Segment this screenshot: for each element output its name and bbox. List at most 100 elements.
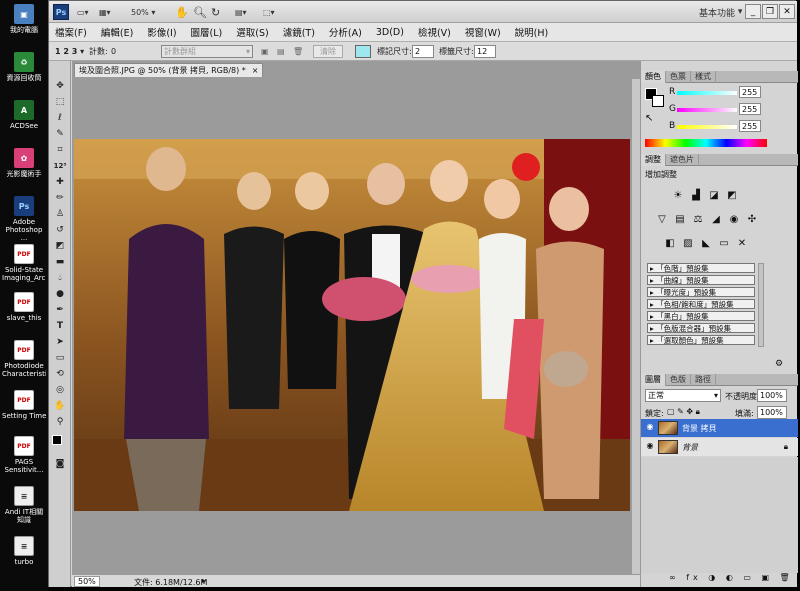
eye-icon[interactable]: ◉	[644, 441, 656, 453]
channel-mixer-icon[interactable]: ✣	[745, 213, 759, 225]
close-document-icon[interactable]: ×	[252, 66, 259, 75]
brush-tool-icon[interactable]: ✏	[52, 191, 68, 205]
layers-footer-icons[interactable]: ∞ fx ◑ ◐ ▭ ▣ 🗑︎	[641, 573, 798, 587]
lasso-tool-icon[interactable]: ℓ	[52, 111, 68, 125]
menu-edit[interactable]: 編輯(E)	[101, 25, 133, 39]
preset-exposure[interactable]: ▸ 「曝光度」預設集	[647, 287, 755, 297]
pen-tool-icon[interactable]: ✒	[52, 303, 68, 317]
preset-selective-color[interactable]: ▸ 「選取顏色」預設集	[647, 335, 755, 345]
count-tool-preset-picker[interactable]: 1 2 3 ▾	[55, 45, 84, 58]
minimize-button[interactable]: _	[745, 4, 761, 19]
foreground-color-swatch[interactable]	[52, 435, 62, 445]
delete-count-group-icon[interactable]: 🗑︎	[293, 45, 303, 58]
threshold-icon[interactable]: ◣	[699, 237, 713, 249]
desktop-icon-pdf-4[interactable]: PDF Setting Time	[2, 390, 46, 420]
healing-brush-tool-icon[interactable]: ✚	[52, 175, 68, 189]
menu-select[interactable]: 選取(S)	[236, 25, 268, 39]
invert-icon[interactable]: ◧	[663, 237, 677, 249]
clear-button[interactable]: 清除	[313, 45, 343, 58]
rotate-view-button[interactable]: ↻	[211, 5, 220, 19]
shape-tool-icon[interactable]: ▭	[52, 351, 68, 365]
adjust-panel-footer-icon[interactable]: ⚙	[775, 359, 783, 369]
tab-color[interactable]: 顏色	[641, 71, 666, 83]
quick-mask-icon[interactable]: ◙	[52, 457, 68, 471]
preset-curves[interactable]: ▸ 「曲線」預設集	[647, 275, 755, 285]
clone-stamp-tool-icon[interactable]: ♙	[52, 207, 68, 221]
color-balance-icon[interactable]: ⚖	[691, 213, 705, 225]
label-size-input[interactable]: 12	[474, 45, 496, 58]
preset-channel-mixer[interactable]: ▸ 「色版混合器」預設集	[647, 323, 755, 333]
brightness-icon[interactable]: ☀	[671, 189, 685, 201]
blend-mode-select[interactable]: 正常 ▾	[645, 389, 721, 402]
tab-adjustments[interactable]: 調整	[641, 154, 666, 166]
layer-row-selected[interactable]: ◉ 背景 拷貝	[641, 419, 798, 437]
desktop-icon-doc-1[interactable]: ≡ Andi IT相關 知識	[2, 486, 46, 524]
preset-hue-saturation[interactable]: ▸ 「色相/飽和度」預設集	[647, 299, 755, 309]
hue-saturation-icon[interactable]: ▤	[673, 213, 687, 225]
menu-layer[interactable]: 圖層(L)	[191, 25, 223, 39]
menu-window[interactable]: 視窗(W)	[465, 25, 501, 39]
count-tool-icon[interactable]: 12³	[52, 159, 68, 173]
bridge-button[interactable]: ▭▾	[77, 5, 89, 19]
vertical-scrollbar[interactable]	[632, 79, 640, 574]
levels-icon[interactable]: ▟	[689, 189, 703, 201]
type-tool-icon[interactable]: T	[52, 319, 68, 333]
preset-black-white[interactable]: ▸ 「黑白」預設集	[647, 311, 755, 321]
document-tab[interactable]: 埃及圍合照.JPG @ 50% (背景 拷貝, RGB/8) * ×	[74, 63, 264, 77]
tab-paths[interactable]: 路徑	[691, 374, 716, 386]
color-swatches[interactable]	[52, 435, 68, 453]
zoom-level-dropdown[interactable]: 50% ▾	[131, 5, 155, 19]
photo-filter-icon[interactable]: ◉	[727, 213, 741, 225]
desktop-icon-pdf-5[interactable]: PDF PAGS Sensitivit...	[2, 436, 46, 474]
restore-button[interactable]: ❐	[762, 4, 778, 19]
g-slider[interactable]	[677, 108, 737, 112]
tab-channels[interactable]: 色版	[666, 374, 691, 386]
move-tool-icon[interactable]: ✥	[52, 79, 68, 93]
screen-mode-button[interactable]: ⬚▾	[263, 5, 275, 19]
b-value-input[interactable]: 255	[739, 120, 761, 132]
fill-input[interactable]: 100%	[757, 406, 787, 419]
hand-tool-button[interactable]: ✋	[175, 5, 189, 19]
zoom-tool-icon[interactable]: ⚲	[52, 415, 68, 429]
gradient-map-icon[interactable]: ▭	[717, 237, 731, 249]
zoom-tool-button[interactable]: 🔍︎	[193, 5, 207, 19]
eraser-tool-icon[interactable]: ◩	[52, 239, 68, 253]
photo-canvas[interactable]	[74, 139, 630, 511]
background-color-swatch[interactable]	[652, 95, 664, 107]
desktop-icon-pdf-3[interactable]: PDF Photodiode Characteristi...	[2, 340, 46, 378]
count-group-select[interactable]: 計數群組 ▾	[161, 45, 253, 58]
menu-image[interactable]: 影像(I)	[147, 25, 176, 39]
menu-filter[interactable]: 濾鏡(T)	[283, 25, 315, 39]
3d-rotate-tool-icon[interactable]: ⟲	[52, 367, 68, 381]
desktop-icon-pdf-1[interactable]: PDF Solid-State Imaging_Arc...	[2, 244, 46, 282]
layer-row[interactable]: ◉ 背景 🔒︎	[641, 438, 798, 456]
b-slider[interactable]	[677, 125, 737, 129]
desktop-icon-acdsee[interactable]: A ACDSee	[2, 100, 46, 130]
menu-file[interactable]: 檔案(F)	[55, 25, 87, 39]
exposure-icon[interactable]: ◩	[725, 189, 739, 201]
r-value-input[interactable]: 255	[739, 86, 761, 98]
menu-3d[interactable]: 3D(D)	[376, 27, 404, 38]
selective-color-icon[interactable]: ✕	[735, 237, 749, 249]
gradient-tool-icon[interactable]: ▬	[52, 255, 68, 269]
tab-masks[interactable]: 遮色片	[666, 154, 699, 166]
hand-tool-icon[interactable]: ✋	[52, 399, 68, 413]
preset-levels[interactable]: ▸ 「色階」預設集	[647, 263, 755, 273]
color-spectrum-ramp[interactable]	[645, 139, 767, 147]
desktop-icon-doc-2[interactable]: ≡ turbo	[2, 536, 46, 566]
marquee-tool-icon[interactable]: ⬚	[52, 95, 68, 109]
history-brush-tool-icon[interactable]: ↺	[52, 223, 68, 237]
dodge-tool-icon[interactable]: ●	[52, 287, 68, 301]
desktop-icon-photo-app[interactable]: ✿ 光影魔術手	[2, 148, 46, 178]
opacity-input[interactable]: 100%	[757, 389, 787, 402]
g-value-input[interactable]: 255	[739, 103, 761, 115]
desktop-icon-computer[interactable]: ▣ 我的電腦	[2, 4, 46, 34]
workspace-switcher[interactable]: 基本功能 ▾	[699, 5, 742, 19]
r-slider[interactable]	[677, 91, 737, 95]
quick-select-tool-icon[interactable]: ✎	[52, 127, 68, 141]
vibrance-icon[interactable]: ▽	[655, 213, 669, 225]
toggle-count-visibility-icon[interactable]: ▣	[261, 45, 269, 58]
view-extras-button[interactable]: ▦▾	[99, 5, 111, 19]
desktop-icon-recycle-bin[interactable]: ♻ 資源回收筒	[2, 52, 46, 82]
curves-icon[interactable]: ◪	[707, 189, 721, 201]
